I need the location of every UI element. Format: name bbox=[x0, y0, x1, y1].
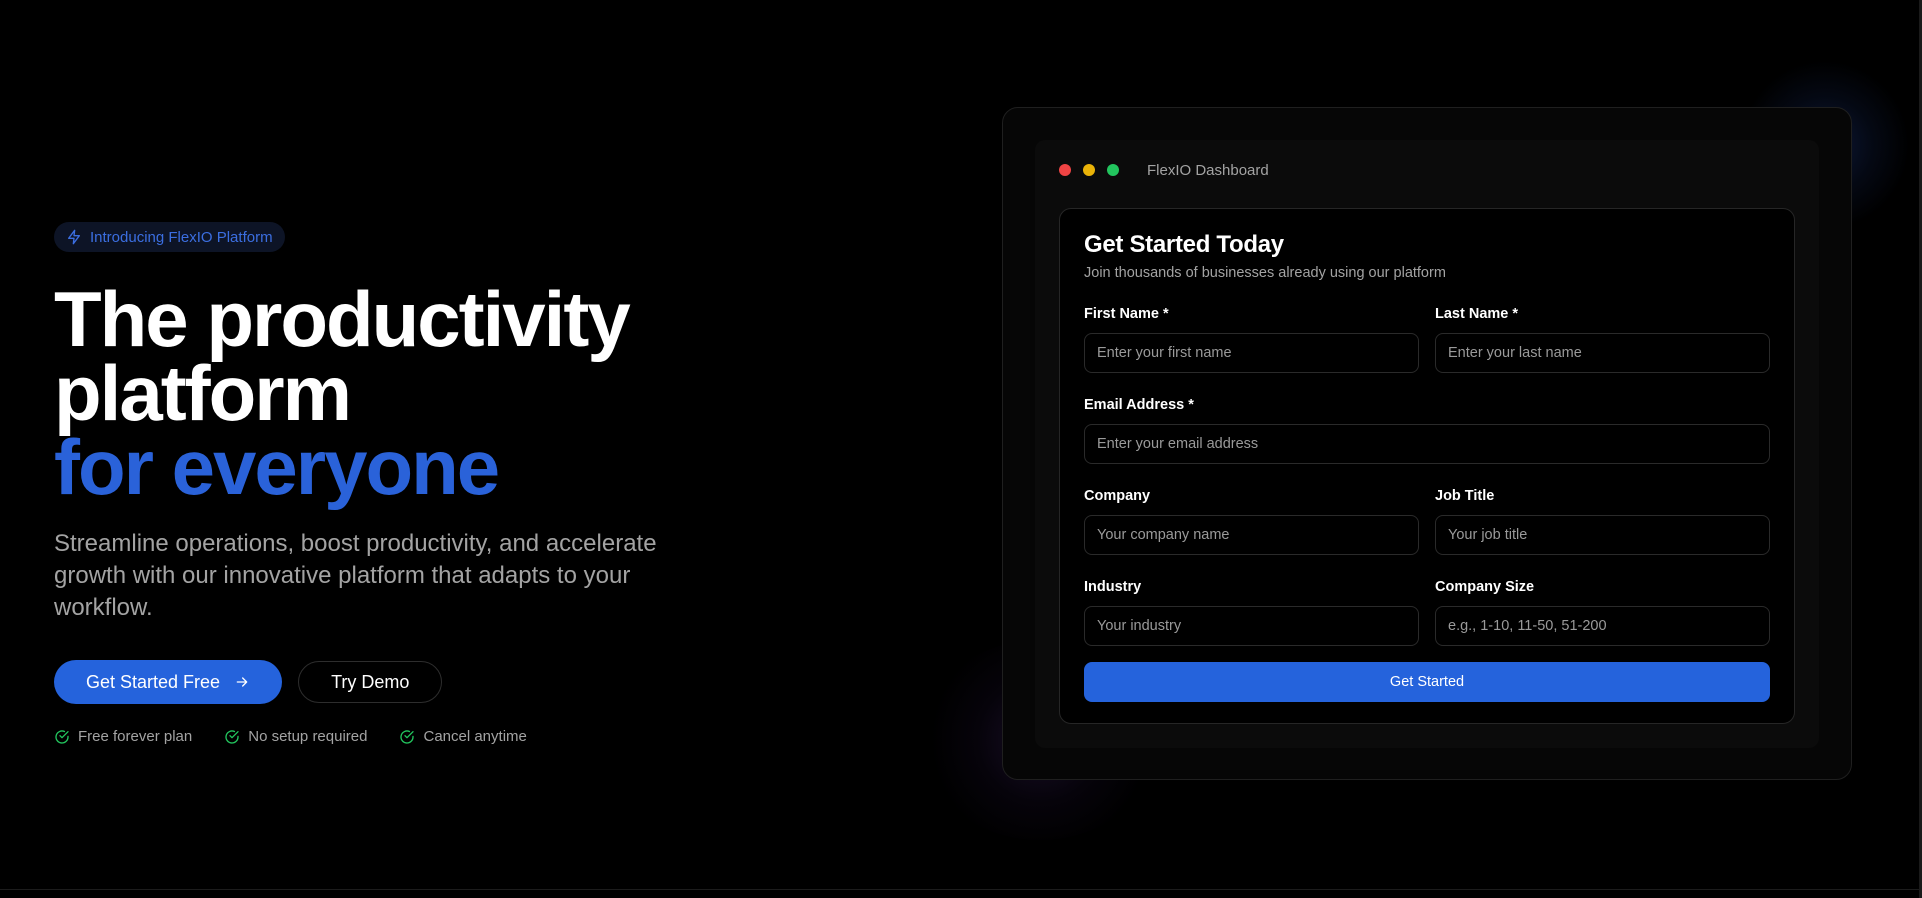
cta-row: Get Started Free Try Demo bbox=[54, 660, 934, 704]
announcement-badge[interactable]: Introducing FlexIO Platform bbox=[54, 222, 285, 252]
last-name-field[interactable] bbox=[1435, 333, 1770, 373]
check-circle-icon bbox=[400, 729, 415, 744]
industry-field[interactable] bbox=[1084, 606, 1419, 646]
first-name-group: First Name * bbox=[1084, 305, 1419, 373]
try-demo-button[interactable]: Try Demo bbox=[298, 661, 443, 703]
headline-line-2-accent: for everyone bbox=[54, 423, 500, 511]
last-name-label: Last Name * bbox=[1435, 306, 1519, 322]
company-group: Company bbox=[1084, 487, 1419, 555]
get-started-free-label: Get Started Free bbox=[86, 671, 221, 692]
landing-page: Introducing FlexIO Platform The producti… bbox=[0, 0, 1922, 898]
bottom-divider bbox=[0, 889, 1922, 890]
company-label: Company bbox=[1084, 488, 1151, 504]
dashboard-window: FlexIO Dashboard Get Started Today Join … bbox=[1035, 140, 1819, 748]
job-title-label: Job Title bbox=[1435, 488, 1495, 504]
signup-form: Get Started Today Join thousands of busi… bbox=[1059, 208, 1795, 724]
badge-label: Introducing FlexIO Platform bbox=[90, 228, 273, 246]
company-size-field[interactable] bbox=[1435, 606, 1770, 646]
feature-label: No setup required bbox=[248, 728, 368, 745]
industry-group: Industry bbox=[1084, 578, 1419, 646]
window-minimize-dot-icon bbox=[1083, 164, 1095, 176]
headline-line-1: The productivity platform bbox=[54, 275, 631, 437]
company-size-label: Company Size bbox=[1435, 579, 1535, 595]
email-label: Email Address * bbox=[1084, 397, 1194, 413]
get-started-submit-button[interactable]: Get Started bbox=[1084, 662, 1770, 702]
window-titlebar: FlexIO Dashboard bbox=[1059, 161, 1269, 179]
first-name-label: First Name * bbox=[1084, 306, 1169, 322]
email-field[interactable] bbox=[1084, 424, 1770, 464]
feature-item: Free forever plan bbox=[54, 728, 192, 745]
email-group: Email Address * bbox=[1084, 396, 1770, 464]
feature-checklist: Free forever plan No setup required Canc… bbox=[54, 728, 934, 745]
job-title-group: Job Title bbox=[1435, 487, 1770, 555]
industry-label: Industry bbox=[1084, 579, 1142, 595]
feature-item: No setup required bbox=[224, 728, 367, 745]
check-circle-icon bbox=[55, 729, 69, 744]
hero-section: Introducing FlexIO Platform The producti… bbox=[54, 222, 934, 745]
feature-item: Cancel anytime bbox=[399, 728, 527, 745]
window-close-dot-icon bbox=[1059, 164, 1071, 176]
hero-subtitle: Streamline operations, boost productivit… bbox=[54, 530, 657, 621]
job-title-field[interactable] bbox=[1435, 515, 1770, 555]
feature-label: Cancel anytime bbox=[423, 728, 527, 745]
company-size-group: Company Size bbox=[1435, 578, 1770, 646]
feature-label: Free forever plan bbox=[78, 728, 193, 745]
lightning-icon bbox=[68, 229, 80, 245]
form-subtitle: Join thousands of businesses already usi… bbox=[1084, 265, 1446, 281]
form-row-industry: Industry Company Size bbox=[1084, 578, 1770, 646]
hero-headline: The productivity platform for everyone bbox=[54, 275, 934, 511]
first-name-field[interactable] bbox=[1084, 333, 1419, 373]
window-maximize-dot-icon bbox=[1107, 164, 1119, 176]
form-row-name: First Name * Last Name * bbox=[1084, 305, 1770, 373]
get-started-free-button[interactable]: Get Started Free bbox=[54, 660, 283, 704]
try-demo-label: Try Demo bbox=[331, 671, 410, 692]
form-row-company: Company Job Title bbox=[1084, 487, 1770, 555]
form-title: Get Started Today bbox=[1084, 231, 1284, 258]
last-name-group: Last Name * bbox=[1435, 305, 1770, 373]
company-field[interactable] bbox=[1084, 515, 1419, 555]
check-circle-icon bbox=[225, 729, 239, 744]
form-row-email: Email Address * bbox=[1084, 396, 1770, 464]
arrow-right-icon bbox=[236, 677, 248, 687]
window-title: FlexIO Dashboard bbox=[1147, 161, 1269, 179]
